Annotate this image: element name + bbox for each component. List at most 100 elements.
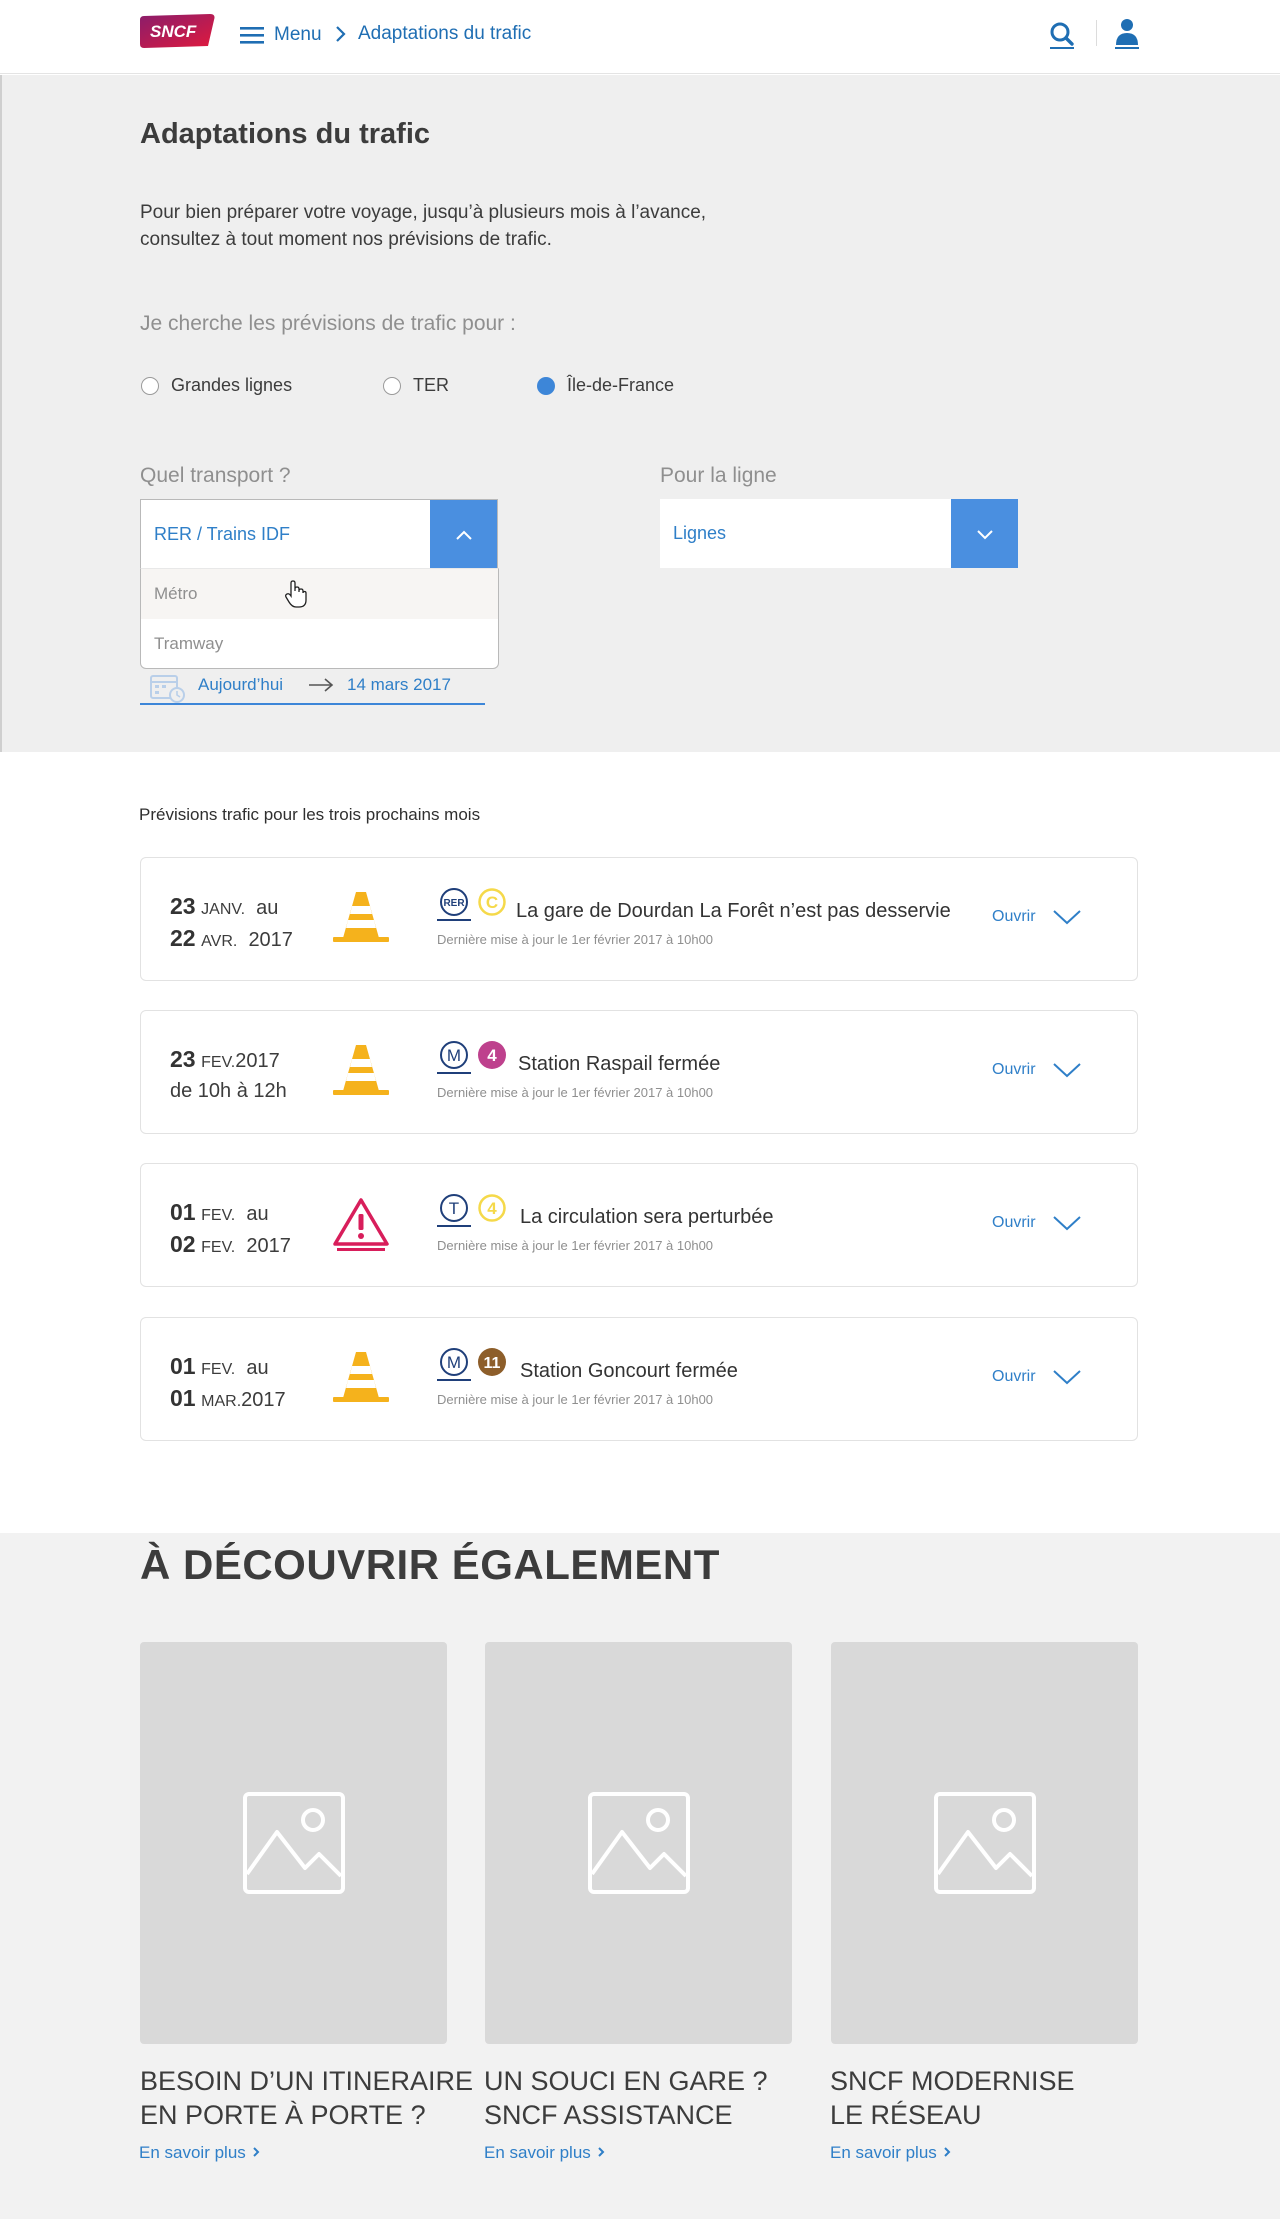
user-account-icon[interactable] [1115,17,1139,49]
radio-grandes-lignes[interactable]: Grandes lignes [141,375,292,396]
open-button[interactable]: Ouvrir [992,1214,1082,1232]
learn-more-link[interactable]: En savoir plus [139,2143,261,2163]
learn-more-link[interactable]: En savoir plus [830,2143,952,2163]
radio-ile-de-france[interactable]: Île-de-France [537,375,674,396]
card-headline: La circulation sera perturbée [520,1206,774,1228]
transport-select[interactable]: RER / Trains IDF [140,499,498,569]
card-updated: Dernière mise à jour le 1er février 2017… [437,932,714,947]
tile-title-line-1: BESOIN D’UN ITINERAIRE [140,2066,474,2096]
tile-image-placeholder[interactable] [831,1642,1138,2044]
dropdown-option-metro[interactable]: Métro [141,569,498,619]
radio-circle [141,376,159,395]
image-placeholder-icon [587,1792,690,1894]
tile-image-placeholder[interactable] [485,1642,792,2044]
learn-more-label: En savoir plus [139,2143,246,2162]
badge-text: 11 [484,1355,501,1372]
date-end-year: 2017 [241,1389,286,1411]
sncf-logo[interactable]: SNCF [140,12,216,50]
tile-image-placeholder[interactable] [140,1642,447,2044]
card-dates: 01 FEV. au 01 MAR.2017 [170,1352,286,1416]
forecast-card[interactable]: 01 FEV. au 01 MAR.2017 M 11 Station Gonc… [140,1317,1138,1441]
line-badges: RER C [437,888,507,922]
transport-dropdown: Métro Tramway [140,568,499,669]
date-start-day: 01 [170,1199,196,1225]
date-start-day: 01 [170,1353,196,1379]
line-label: Pour la ligne [660,464,777,487]
tram-mode-badge: T [437,1194,471,1227]
date-to: 14 mars 2017 [347,675,451,694]
chevron-up-icon [455,530,472,540]
line-select-toggle[interactable] [951,499,1018,568]
intro-line-2: consultez à tout moment nos prévisions d… [140,229,552,250]
line-badges: M 4 [437,1041,507,1075]
learn-more-label: En savoir plus [484,2143,591,2162]
date-start-month: FEV. [201,1054,236,1071]
line-select-value: Lignes [673,523,727,543]
intro-line-1: Pour bien préparer votre voyage, jusqu’à… [140,202,707,223]
traffic-cone-icon [333,1045,389,1095]
date-end-day: 02 [170,1231,196,1257]
chevron-right-icon [943,2147,950,2157]
chevron-right-icon [252,2147,259,2157]
radio-ter[interactable]: TER [383,375,449,396]
open-button[interactable]: Ouvrir [992,1368,1082,1386]
chevron-down-icon [1052,1370,1081,1385]
date-end-month: MAR. [201,1393,242,1410]
date-start-day: 23 [170,893,196,919]
open-button[interactable]: Ouvrir [992,908,1082,926]
open-button[interactable]: Ouvrir [992,1061,1082,1079]
line-4-badge: 4 [478,1041,506,1069]
forecast-card[interactable]: 23 JANV. au 22 AVR. 2017 RER C La gare d… [140,857,1138,981]
card-headline: La gare de Dourdan La Forêt n’est pas de… [516,900,951,922]
badge-text: T [449,1199,459,1218]
card-headline: Station Raspail fermée [518,1053,721,1075]
card-dates: 23 JANV. au 22 AVR. 2017 [170,892,293,956]
card-dates: 01 FEV. au 02 FEV. 2017 [170,1198,291,1262]
image-placeholder-icon [242,1792,345,1894]
open-label: Ouvrir [992,1214,1036,1231]
dropdown-option-tramway[interactable]: Tramway [141,619,498,668]
card-updated: Dernière mise à jour le 1er février 2017… [437,1392,714,1407]
image-placeholder-icon [933,1792,1036,1894]
menu-label: Menu [274,24,322,45]
badge-text: M [447,1353,461,1372]
menu-button[interactable]: Menu [240,22,322,48]
date-connector: au [246,1203,269,1225]
line-select[interactable]: Lignes [660,499,1018,568]
page-title: Adaptations du trafic [140,118,431,150]
forecast-card[interactable]: 01 FEV. au 02 FEV. 2017 T 4 La circulati… [140,1163,1138,1287]
date-year: 2017 [235,1050,280,1072]
forecast-list-title: Prévisions trafic pour les trois prochai… [139,805,481,824]
chevron-right-icon [336,26,346,42]
chevron-right-icon [597,2147,604,2157]
chevron-down-icon [1052,910,1081,925]
date-connector: au [256,897,279,919]
chevron-down-icon [976,529,993,539]
calendar-clock-icon [150,675,185,703]
card-dates: 23 FEV.2017 de 10h à 12h [170,1045,287,1105]
radio-circle [383,376,401,395]
line-c-badge: C [478,888,506,916]
transport-select-toggle[interactable] [430,500,497,569]
date-start-month: FEV. [201,1207,236,1224]
hand-pointer-icon [285,580,307,608]
date-start-day: 23 [170,1046,196,1072]
intro-text: Pour bien préparer votre voyage, jusqu’à… [140,199,780,253]
radio-circle-selected [537,376,555,395]
chevron-down-icon [1052,1063,1081,1078]
search-icon[interactable] [1048,20,1076,50]
learn-more-link[interactable]: En savoir plus [484,2143,606,2163]
tile-title-line-2: SNCF ASSISTANCE [484,2100,733,2130]
forecast-card[interactable]: 23 FEV.2017 de 10h à 12h M 4 Station Ras… [140,1010,1138,1134]
badge-text: 4 [487,1046,497,1065]
breadcrumb-current[interactable]: Adaptations du trafic [358,23,531,45]
traffic-cone-icon [333,892,389,942]
open-label: Ouvrir [992,1368,1036,1385]
date-connector: au [246,1357,269,1379]
date-end-month: FEV. [201,1239,236,1256]
logo-text: SNCF [150,22,197,41]
date-range-picker[interactable]: Aujourd’hui 14 mars 2017 [140,672,485,705]
line-badges: M 11 [437,1348,507,1382]
card-headline: Station Goncourt fermée [520,1360,738,1382]
tile-title: SNCF MODERNISE LE RÉSEAU [830,2064,1075,2132]
